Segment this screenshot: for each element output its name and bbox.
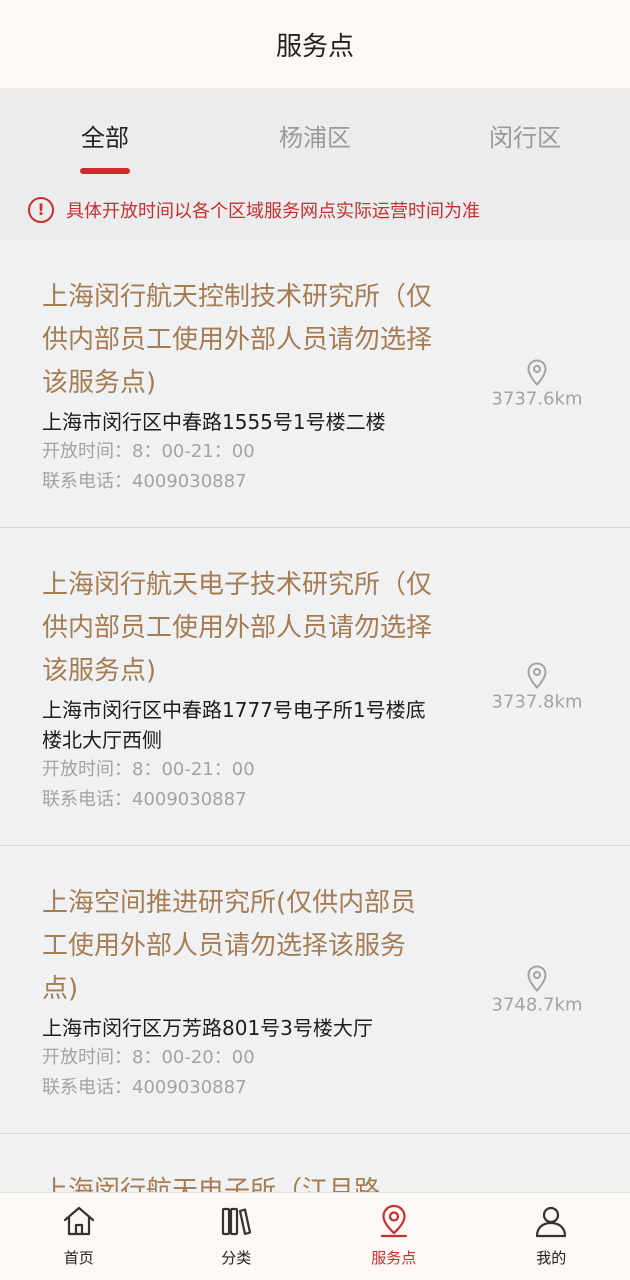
service-point-name: 上海空间推进研究所(仅供内部员工使用外部人员请勿选择该服务点) [42,888,417,1004]
service-point-list: 上海闵行航天控制技术研究所（仅供内部员工使用外部人员请勿选择该服务点) 上海市闵… [0,240,630,1192]
list-item[interactable]: 上海闵行航天电子所（江月路 [0,1134,630,1192]
tab-yangpu[interactable]: 杨浦区 [225,88,405,180]
tab-label: 闵行区 [489,124,561,152]
service-point-name: 上海闵行航天电子所（江月路 [42,1176,381,1192]
nav-service-point[interactable]: 服务点 [315,1193,473,1280]
nav-home[interactable]: 首页 [0,1193,158,1280]
nav-label: 首页 [63,1249,94,1267]
map-pin-icon [527,964,547,992]
alert-circle-icon: ! [28,197,54,223]
service-point-hours: 开放时间：8：00-21：00 [42,441,255,462]
notice-text: 具体开放时间以各个区域服务网点实际运营时间为准 [66,201,480,222]
service-point-name: 上海闵行航天电子技术研究所（仅供内部员工使用外部人员请勿选择该服务点) [42,570,433,686]
nav-label: 分类 [221,1249,252,1267]
bottom-navigation: 首页 分类 服务点 我的 [0,1192,630,1280]
service-point-address: 上海市闵行区万芳路801号3号楼大厅 [42,1016,373,1040]
tab-label: 杨浦区 [279,124,351,152]
opening-hours-notice: ! 具体开放时间以各个区域服务网点实际运营时间为准 [0,180,630,240]
active-tab-indicator [80,168,130,174]
nav-mine[interactable]: 我的 [473,1193,630,1280]
distance-text: 3737.6km [491,388,583,409]
distance-text: 3748.7km [491,994,583,1015]
service-point-address: 上海市闵行区中春路1777号电子所1号楼底楼北大厅西侧 [42,698,426,752]
service-point-address: 上海市闵行区中春路1555号1号楼二楼 [42,410,386,434]
district-tabs: 全部 杨浦区 闵行区 [0,88,630,180]
service-point-phone: 联系电话：4009030887 [42,1077,247,1098]
service-point-phone: 联系电话：4009030887 [42,471,247,492]
page-title: 服务点 [275,31,354,62]
home-icon [63,1206,94,1236]
tab-all[interactable]: 全部 [15,88,195,180]
tab-minhang[interactable]: 闵行区 [435,88,615,180]
service-point-hours: 开放时间：8：00-20：00 [42,1047,255,1068]
nav-label: 我的 [536,1249,567,1267]
list-item[interactable]: 上海闵行航天控制技术研究所（仅供内部员工使用外部人员请勿选择该服务点) 上海市闵… [0,240,630,528]
tab-label: 全部 [81,124,129,152]
distance-block: 3737.8km [492,661,582,712]
map-pin-icon [527,358,547,386]
service-point-name: 上海闵行航天控制技术研究所（仅供内部员工使用外部人员请勿选择该服务点) [42,282,433,398]
distance-block: 3748.7km [492,964,582,1015]
service-point-hours: 开放时间：8：00-21：00 [42,759,255,780]
distance-block: 3737.6km [492,358,582,409]
list-item[interactable]: 上海闵行航天电子技术研究所（仅供内部员工使用外部人员请勿选择该服务点) 上海市闵… [0,528,630,846]
distance-text: 3737.8km [491,691,583,712]
books-icon [222,1207,252,1236]
map-pin-icon [527,661,547,689]
app-header: 服务点 [0,0,630,88]
service-point-phone: 联系电话：4009030887 [42,789,247,810]
user-icon [536,1206,567,1238]
list-item[interactable]: 上海空间推进研究所(仅供内部员工使用外部人员请勿选择该服务点) 上海市闵行区万芳… [0,846,630,1134]
nav-label: 服务点 [371,1249,417,1267]
location-pin-icon [380,1204,407,1238]
nav-category[interactable]: 分类 [158,1193,316,1280]
